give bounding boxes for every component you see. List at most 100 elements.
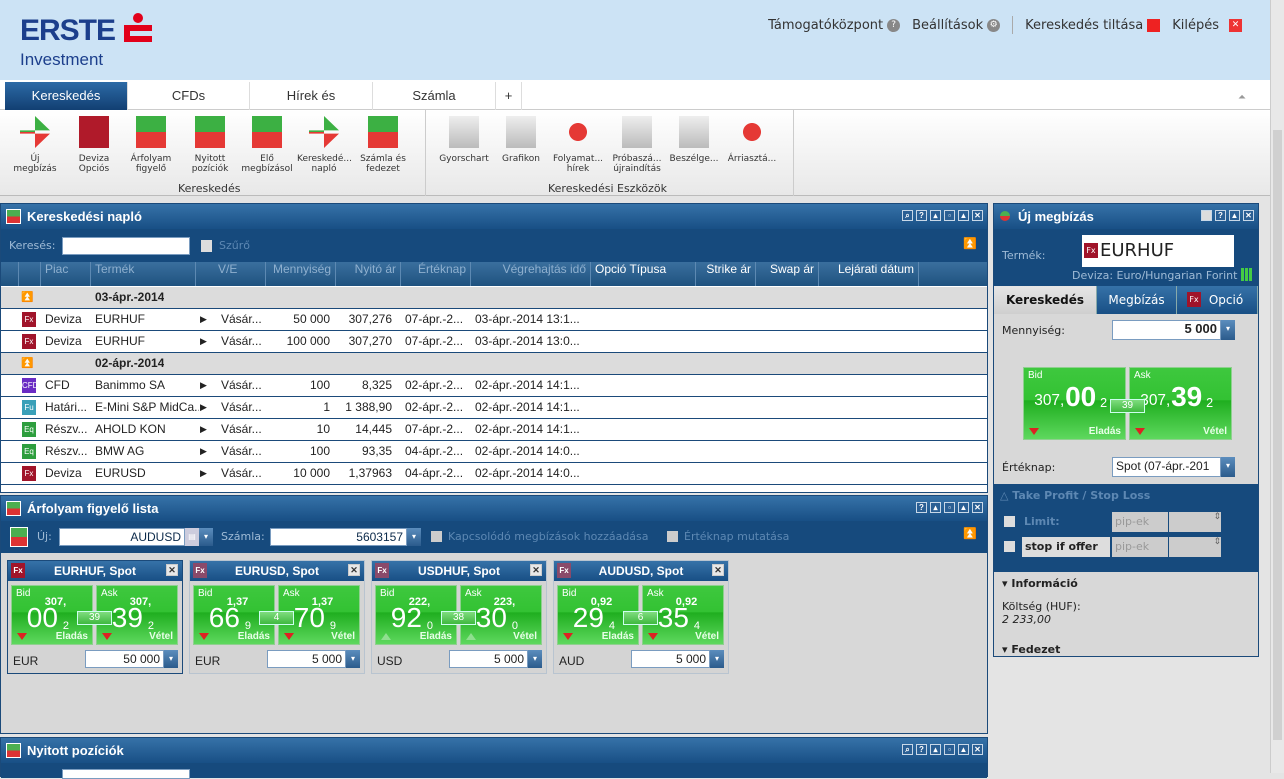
- collapse-icon[interactable]: ⏫: [963, 237, 977, 250]
- account-dropdown[interactable]: ▾: [407, 528, 421, 546]
- column-header-6[interactable]: Végrehajtás idő: [471, 262, 591, 286]
- instrument-dropdown[interactable]: ▾: [199, 528, 213, 546]
- column-header-1[interactable]: Termék: [91, 262, 196, 286]
- ribbon-chat-button[interactable]: Beszélge...: [667, 114, 721, 164]
- date-group-row[interactable]: ⏫ 02-ápr.-2014: [1, 353, 987, 375]
- limit-checkbox[interactable]: [1004, 516, 1015, 527]
- maximize-icon[interactable]: ▲: [958, 210, 969, 221]
- stop-value-spinner[interactable]: ⇕: [1169, 537, 1221, 557]
- card-close-icon[interactable]: ✕: [712, 564, 724, 576]
- card-close-icon[interactable]: ✕: [348, 564, 360, 576]
- stop-unit-select[interactable]: pip-ek: [1112, 537, 1168, 557]
- table-row[interactable]: Fx Deviza EURHUF ▶ Vásár... 50 000 307,276 07-á…: [1, 309, 987, 331]
- tab-szamla[interactable]: Számla: [373, 82, 496, 110]
- quantity-dropdown[interactable]: ▾: [164, 650, 178, 668]
- disable-trading-link[interactable]: Kereskedés tiltása: [1025, 18, 1161, 33]
- table-row[interactable]: Eq Részv... AHOLD KON ▶ Vásár... 10 14,445 07-á…: [1, 419, 987, 441]
- maximize-icon[interactable]: ▲: [1229, 210, 1240, 221]
- date-group-row[interactable]: ⏫ 03-ápr.-2014: [1, 287, 987, 309]
- collapse-group-icon[interactable]: ⏫: [21, 353, 33, 374]
- maximize-icon[interactable]: ▲: [958, 502, 969, 513]
- ribbon-pending-orders-button[interactable]: Elő megbízásol: [240, 114, 294, 174]
- maximize-icon[interactable]: ▲: [958, 744, 969, 755]
- table-row[interactable]: Fx Deviza EURUSD ▶ Vásár... 10 000 1,37963 04-á…: [1, 463, 987, 485]
- page-scrollbar[interactable]: [1270, 0, 1284, 773]
- column-header-5[interactable]: Értéknap: [401, 262, 471, 286]
- logout-link[interactable]: Kilépés ✕: [1172, 18, 1242, 33]
- collapse-group-icon[interactable]: ⏫: [21, 287, 33, 308]
- limit-unit-select[interactable]: pip-ek: [1112, 512, 1168, 532]
- restore-icon[interactable]: ▫: [944, 210, 955, 221]
- watchlist-card[interactable]: Fx EURHUF, Spot ✕ Bid 307, 00 2 Eladás Ask 307, 39…: [7, 560, 183, 674]
- help-icon[interactable]: ?: [1215, 210, 1226, 221]
- positions-search-input[interactable]: [62, 769, 190, 779]
- column-header-0[interactable]: Piac: [41, 262, 91, 286]
- watchlist-card[interactable]: Fx AUDUSD, Spot ✕ Bid 0,92 29 4 Eladás Ask 0,92 35…: [553, 560, 729, 674]
- stop-type-select[interactable]: stop if offer: [1022, 537, 1110, 557]
- watchlist-card[interactable]: Fx USDHUF, Spot ✕ Bid 222, 92 0 Eladás Ask 223, 30…: [371, 560, 547, 674]
- table-row[interactable]: Fu Határi... E-Mini S&P MidCa... ▶ Vásár... 1…: [1, 397, 987, 419]
- search-input[interactable]: [62, 237, 190, 255]
- stop-checkbox[interactable]: [1004, 541, 1015, 552]
- ribbon-chart-button[interactable]: Grafikon: [494, 114, 548, 164]
- minimize-icon[interactable]: ▴: [930, 502, 941, 513]
- card-close-icon[interactable]: ✕: [530, 564, 542, 576]
- column-header-10[interactable]: Lejárati dátum: [819, 262, 919, 286]
- market-depth-icon[interactable]: [1241, 268, 1253, 281]
- expand-arrow-icon[interactable]: ▶: [200, 309, 207, 330]
- collapse-ribbon-icon[interactable]: ⏶: [1238, 92, 1246, 103]
- add-instrument-icon[interactable]: [10, 527, 28, 547]
- filter-checkbox[interactable]: [201, 240, 212, 252]
- settings-link[interactable]: Beállítások ⚙: [912, 18, 1001, 33]
- column-header-3[interactable]: Mennyiség: [266, 262, 336, 286]
- expand-arrow-icon[interactable]: ▶: [200, 375, 207, 396]
- ribbon-journal-button[interactable]: Kereskedé... napló: [297, 114, 352, 174]
- ribbon-order-button[interactable]: Új megbízás: [8, 114, 62, 174]
- tab-option[interactable]: Fx Opció: [1177, 286, 1258, 314]
- ribbon-positions-button[interactable]: Nyitott pozíciók: [183, 114, 237, 174]
- product-field[interactable]: Fx EURHUF: [1082, 235, 1234, 267]
- restore-icon[interactable]: ▫: [944, 502, 955, 513]
- value-date-dropdown[interactable]: ▾: [1221, 457, 1235, 477]
- table-row[interactable]: Fx Deviza EURHUF ▶ Vásár... 100 000 307,270 07-…: [1, 331, 987, 353]
- pin-icon[interactable]: [1201, 210, 1212, 221]
- expand-arrow-icon[interactable]: ▶: [200, 441, 207, 462]
- add-tab-button[interactable]: +: [496, 82, 522, 110]
- watchlist-card[interactable]: Fx EURUSD, Spot ✕ Bid 1,37 66 9 Eladás Ask 1,37 70…: [189, 560, 365, 674]
- related-orders-checkbox[interactable]: [431, 531, 442, 542]
- ribbon-alert-button[interactable]: Árriasztá...: [725, 114, 779, 164]
- quantity-dropdown[interactable]: ▾: [528, 650, 542, 668]
- limit-value-spinner[interactable]: ⇕: [1169, 512, 1221, 532]
- restore-icon[interactable]: ▫: [944, 744, 955, 755]
- ribbon-news-button[interactable]: Folyamat... hírek: [551, 114, 605, 174]
- tp-sl-toggle[interactable]: △ Take Profit / Stop Loss: [1000, 489, 1150, 502]
- minimize-icon[interactable]: ▴: [930, 744, 941, 755]
- table-row[interactable]: Eq Részv... BMW AG ▶ Vásár... 100 93,35 04-ápr.…: [1, 441, 987, 463]
- search-icon[interactable]: ⌕: [902, 210, 913, 221]
- quantity-dropdown[interactable]: ▾: [346, 650, 360, 668]
- ribbon-watchlist-button[interactable]: Árfolyam figyelő: [124, 114, 178, 174]
- quantity-input[interactable]: 5 000: [267, 650, 346, 668]
- help-icon[interactable]: ?: [916, 210, 927, 221]
- quantity-dropdown[interactable]: ▾: [710, 650, 724, 668]
- help-icon[interactable]: ?: [916, 744, 927, 755]
- tab-hirek[interactable]: Hírek és: [250, 82, 373, 110]
- quantity-input[interactable]: 5 000: [1112, 320, 1221, 340]
- help-icon[interactable]: ?: [916, 502, 927, 513]
- quantity-dropdown[interactable]: ▾: [1221, 320, 1235, 340]
- close-icon[interactable]: ✕: [972, 210, 983, 221]
- collapse-icon[interactable]: ⏫: [963, 527, 977, 540]
- quantity-input[interactable]: 50 000: [85, 650, 164, 668]
- support-link[interactable]: Támogatóközpont?: [768, 18, 901, 33]
- value-date-select[interactable]: Spot (07-ápr.-201: [1112, 457, 1221, 477]
- close-icon[interactable]: ✕: [972, 502, 983, 513]
- expand-arrow-icon[interactable]: ▶: [200, 419, 207, 440]
- column-header-9[interactable]: Swap ár: [756, 262, 819, 286]
- tab-trade[interactable]: Kereskedés: [994, 286, 1097, 314]
- ribbon-account-button[interactable]: Számla és fedezet: [356, 114, 410, 174]
- minimize-icon[interactable]: ▴: [930, 210, 941, 221]
- tab-cfds[interactable]: CFDs: [128, 82, 250, 110]
- card-close-icon[interactable]: ✕: [166, 564, 178, 576]
- column-header-2[interactable]: V/E: [214, 262, 266, 286]
- close-icon[interactable]: ✕: [972, 744, 983, 755]
